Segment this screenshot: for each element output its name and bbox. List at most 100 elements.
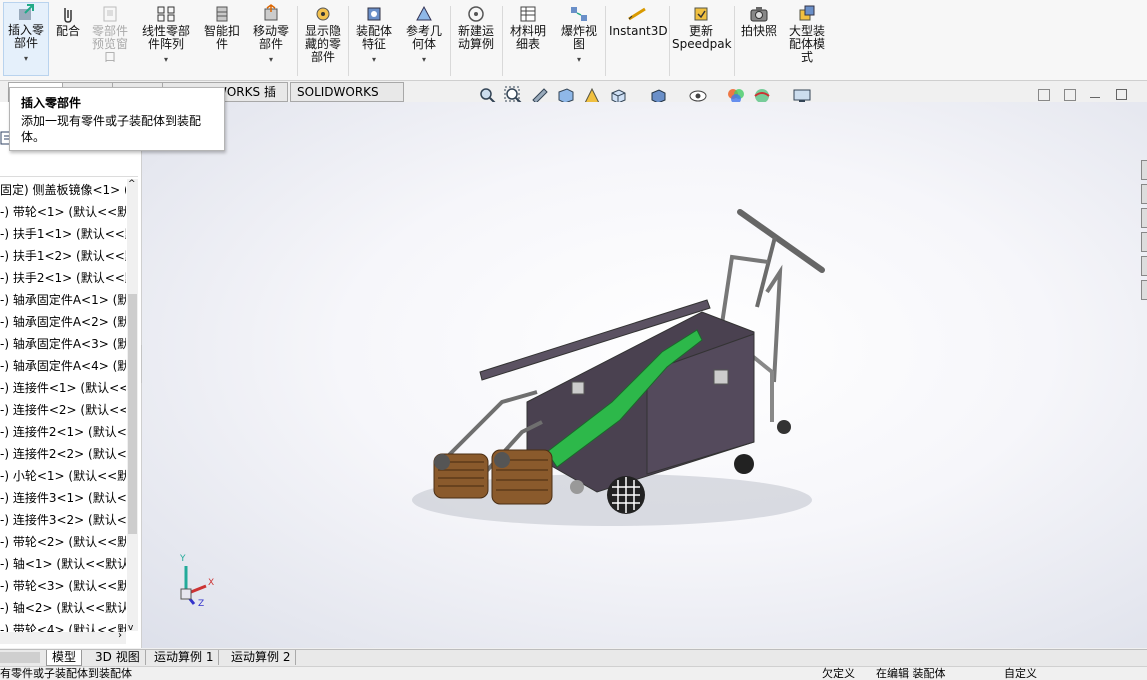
preview-window-icon — [103, 6, 117, 22]
tree-item[interactable]: -) 带轮<3> (默认<<默 — [0, 575, 126, 597]
tab-motion-study-1[interactable]: 运动算例 1 — [149, 650, 220, 665]
tree-item[interactable]: -) 连接件<1> (默认<< — [0, 377, 126, 399]
tree-item[interactable]: -) 扶手1<2> (默认<<默 — [0, 245, 126, 267]
smart-fasteners-label: 智能扣 件 — [203, 24, 240, 51]
reference-geometry-button[interactable]: 参考几 何体 ▾ — [402, 4, 446, 66]
exploded-view-icon — [571, 7, 587, 21]
tree-item[interactable]: -) 连接件2<1> (默认< — [0, 421, 126, 443]
chevron-down-icon[interactable]: ▾ — [557, 53, 601, 66]
tree-item[interactable]: -) 连接件<2> (默认<< — [0, 399, 126, 421]
tree-item[interactable]: -) 轴承固定件A<3> (默 — [0, 333, 126, 355]
tree-vertical-scrollbar[interactable]: ^ v — [127, 179, 138, 633]
large-assembly-mode-button[interactable]: 大型装 配体模 式 — [785, 4, 829, 64]
tree-item[interactable]: -) 连接件3<1> (默认< — [0, 487, 126, 509]
tab-model[interactable]: 模型 — [46, 650, 83, 666]
tree-filter-box[interactable] — [0, 152, 138, 177]
new-motion-study-button[interactable]: 新建运 动算例 — [454, 4, 498, 51]
move-component-button[interactable]: 移动零 部件 ▾ — [249, 4, 293, 66]
tree-item[interactable]: -) 连接件3<2> (默认< — [0, 509, 126, 531]
tab-motion-study-2[interactable]: 运动算例 2 — [226, 650, 297, 665]
minimize-icon[interactable] — [1090, 97, 1100, 98]
mate-label: 配合 — [55, 24, 80, 38]
component-preview-button[interactable]: 零部件 预览窗 口 — [88, 4, 132, 64]
chevron-down-icon[interactable]: ▾ — [4, 52, 48, 65]
tree-item[interactable]: -) 轴承固定件A<2> (默 — [0, 311, 126, 333]
graphics-area[interactable]: Y X Z — [142, 102, 1147, 648]
tooltip-body: 添加一现有零件或子装配体到装配体。 — [21, 114, 202, 144]
insert-component-tooltip: 插入零部件 添加一现有零件或子装配体到装配体。 — [9, 87, 225, 151]
chevron-down-icon[interactable]: ▾ — [352, 53, 396, 66]
scroll-down-icon[interactable]: v — [128, 623, 133, 633]
motion-study-icon — [468, 6, 484, 22]
assembly-features-label: 装配体 特征 — [355, 24, 392, 51]
scroll-right-icon[interactable]: › — [118, 630, 122, 641]
tree-item[interactable]: -) 扶手1<1> (默认<<默 — [0, 223, 126, 245]
tree-item[interactable]: -) 轴<2> (默认<<默认 — [0, 597, 126, 619]
tree-item[interactable]: -) 扶手2<1> (默认<<默 — [0, 267, 126, 289]
chevron-down-icon[interactable]: ▾ — [402, 53, 446, 66]
camera-icon — [750, 7, 768, 22]
paperclip-icon — [64, 8, 72, 23]
tree-item[interactable]: -) 轴承固定件A<1> (默 — [0, 289, 126, 311]
insert-component-button[interactable]: 插入零 部件 ▾ — [3, 2, 49, 76]
tree-item[interactable]: 固定) 侧盖板镜像<1> ( — [0, 179, 126, 201]
bill-of-materials-button[interactable]: 材料明 细表 — [506, 4, 550, 51]
assembly-feature-icon — [367, 7, 381, 21]
chevron-down-icon[interactable]: ▾ — [138, 53, 194, 66]
task-pane-tab[interactable] — [1141, 280, 1147, 300]
tree-item[interactable]: -) 连接件2<2> (默认< — [0, 443, 126, 465]
bom-table-icon — [520, 6, 536, 22]
triad-z-label: Z — [198, 599, 205, 609]
tab-scroll-arrows[interactable] — [0, 652, 40, 663]
assembly-features-button[interactable]: 装配体 特征 ▾ — [352, 4, 396, 66]
linear-pattern-button[interactable]: 线性零部 件阵列 ▾ — [138, 4, 194, 66]
chevron-down-icon[interactable]: ▾ — [249, 53, 293, 66]
command-manager-ribbon: 插入零 部件 ▾ 配合 零部件 预览窗 口 线性零部 件阵列 ▾ 智能扣 件 移… — [0, 0, 1147, 81]
show-hidden-label: 显示隐 藏的零 部件 — [304, 24, 341, 64]
tree-item[interactable]: -) 带轮<2> (默认<<默 — [0, 531, 126, 553]
task-pane-tab[interactable] — [1141, 208, 1147, 228]
update-speedpak-button[interactable]: 更新 Speedpak — [672, 4, 732, 51]
scroll-thumb[interactable] — [128, 294, 137, 534]
tree-horizontal-scrollbar[interactable]: › — [0, 630, 126, 644]
task-pane-tab[interactable] — [1141, 256, 1147, 276]
tile-left-icon[interactable] — [1038, 89, 1050, 101]
restore-icon[interactable] — [1116, 89, 1127, 100]
reference-geometry-icon — [416, 5, 432, 21]
tab-solidworks-mbd[interactable]: SOLIDWORKS MBD — [290, 82, 404, 117]
tooltip-title: 插入零部件 — [21, 96, 82, 110]
tab-3d-views[interactable]: 3D 视图 — [90, 650, 146, 665]
insert-component-label: 插入零 部件 — [7, 23, 44, 50]
fastener-icon — [216, 6, 228, 22]
reference-geometry-label: 参考几 何体 — [405, 24, 442, 51]
take-snapshot-button[interactable]: 拍快照 — [737, 4, 781, 38]
bottom-tab-bar: 模型 3D 视图 运动算例 1 运动算例 2 — [0, 649, 1147, 667]
show-hidden-components-button[interactable]: 显示隐 藏的零 部件 — [301, 4, 345, 64]
smart-fasteners-button[interactable]: 智能扣 件 — [200, 4, 244, 51]
tree-item[interactable]: -) 轴承固定件A<4> (默 — [0, 355, 126, 377]
assembly-model — [412, 209, 825, 526]
task-pane-tab[interactable] — [1141, 160, 1147, 180]
tree-item[interactable]: -) 小轮<1> (默认<<默 — [0, 465, 126, 487]
task-pane-tab[interactable] — [1141, 232, 1147, 252]
exploded-view-button[interactable]: 爆炸视 图 ▾ — [557, 4, 601, 66]
status-bar: 有零件或子装配体到装配体 欠定义 在编辑 装配体 自定义 — [0, 666, 1147, 680]
tree-list: 固定) 侧盖板镜像<1> (-) 带轮<1> (默认<<默 -) 扶手1<1> (… — [0, 179, 126, 641]
show-hidden-icon — [316, 7, 330, 21]
component-preview-label: 零部件 预览窗 口 — [91, 24, 128, 64]
instant3d-label: Instant3D — [609, 24, 668, 38]
task-pane-tab[interactable] — [1141, 184, 1147, 204]
move-component-label: 移动零 部件 — [252, 24, 289, 51]
tree-item[interactable]: -) 带轮<1> (默认<<默 — [0, 201, 126, 223]
tile-right-icon[interactable] — [1064, 89, 1076, 101]
linear-pattern-icon — [157, 6, 175, 22]
instant3d-button[interactable]: Instant3D — [609, 4, 668, 38]
triad-x-label: X — [208, 578, 215, 588]
large-assembly-label: 大型装 配体模 式 — [788, 24, 825, 64]
mate-button[interactable]: 配合 — [53, 4, 83, 38]
status-custom-units[interactable]: 自定义 — [1004, 667, 1037, 680]
scroll-up-icon[interactable]: ^ — [128, 179, 136, 189]
exploded-view-label: 爆炸视 图 — [560, 24, 597, 51]
tree-item[interactable]: -) 轴<1> (默认<<默认 — [0, 553, 126, 575]
status-editing: 在编辑 装配体 — [876, 667, 946, 680]
